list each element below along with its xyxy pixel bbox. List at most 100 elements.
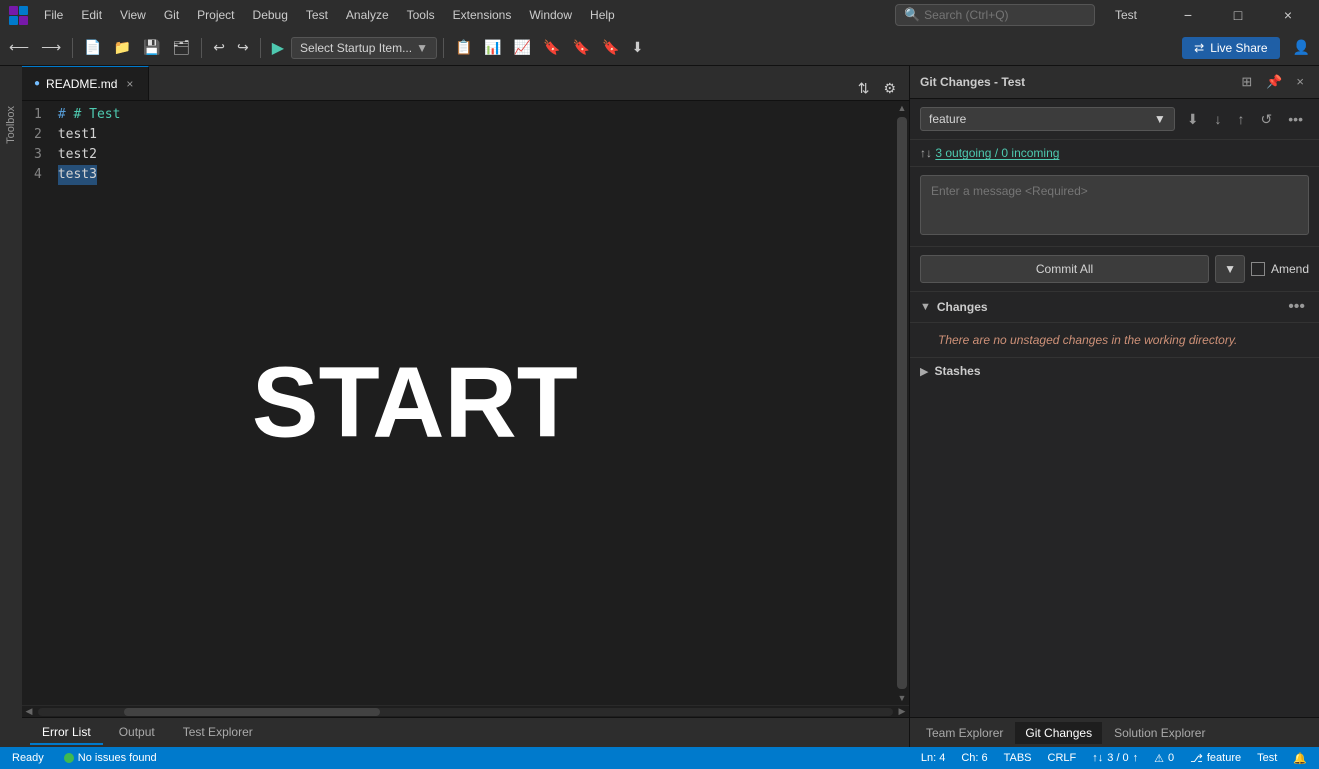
menu-help[interactable]: Help — [582, 6, 623, 24]
toolbar-extra-7[interactable]: ⬇ — [627, 36, 649, 59]
amend-checkbox[interactable] — [1251, 262, 1265, 276]
code-editor[interactable]: 1 2 3 4 # # Test test1 test2 test3 START — [22, 101, 895, 705]
pin-icon[interactable]: 📌 — [1261, 72, 1287, 92]
open-folder-button[interactable]: 📁 — [109, 36, 136, 59]
menu-analyze[interactable]: Analyze — [338, 6, 397, 24]
title-bar: File Edit View Git Project Debug Test An… — [0, 0, 1319, 30]
pull-icon[interactable]: ↓ — [1209, 108, 1228, 131]
menu-edit[interactable]: Edit — [73, 6, 110, 24]
tab-split-icon[interactable]: ⇅ — [853, 77, 875, 100]
toolbox-label[interactable]: Toolbox — [5, 106, 17, 144]
toolbar: ⟵ ⟶ 📄 📁 💾 🗂 ↩ ↪ ▶ Select Startup Item...… — [0, 30, 1319, 66]
scroll-up-button[interactable]: ▲ — [895, 101, 909, 115]
save-button[interactable]: 💾 — [138, 36, 165, 59]
menu-debug[interactable]: Debug — [245, 6, 296, 24]
close-button[interactable]: × — [1265, 0, 1311, 30]
status-ready[interactable]: Ready — [8, 752, 48, 764]
bottom-tab-testexplorer[interactable]: Test Explorer — [171, 721, 265, 745]
undo-button[interactable]: ↩ — [208, 36, 230, 59]
outgoing-incoming-link[interactable]: 3 outgoing / 0 incoming — [935, 146, 1059, 160]
menu-extensions[interactable]: Extensions — [445, 6, 520, 24]
branch-name: feature — [929, 112, 966, 126]
scroll-down-button[interactable]: ▼ — [895, 691, 909, 705]
code-line-4: test3 — [58, 165, 887, 185]
menu-view[interactable]: View — [112, 6, 154, 24]
more-actions-icon[interactable]: ••• — [1282, 108, 1309, 131]
push-icon[interactable]: ↑ — [1232, 108, 1251, 131]
startup-item-dropdown[interactable]: Select Startup Item... ▼ — [291, 37, 437, 59]
scroll-track[interactable] — [38, 708, 893, 716]
bottom-tab-errorlist[interactable]: Error List — [30, 721, 103, 745]
git-changes-panel: Git Changes - Test ⊞ 📌 × feature ▼ ⬇ ↓ ↑… — [909, 66, 1319, 747]
main-area: Toolbox ● README.md × ⇅ ⚙ 1 2 3 4 — [0, 66, 1319, 747]
scroll-thumb-h[interactable] — [124, 708, 381, 716]
pin-to-top-icon[interactable]: ⊞ — [1236, 72, 1257, 92]
status-project[interactable]: Test — [1253, 752, 1281, 764]
status-ch[interactable]: Ch: 6 — [957, 752, 991, 764]
menu-window[interactable]: Window — [521, 6, 580, 24]
start-debug-button[interactable]: ▶ — [267, 35, 289, 61]
status-git-arrows[interactable]: ↑↓ 3 / 0 ↑ — [1088, 752, 1142, 764]
status-no-issues[interactable]: No issues found — [60, 752, 161, 764]
tab-overflow-icon[interactable]: ⚙ — [878, 77, 901, 100]
panel-close-icon[interactable]: × — [1291, 72, 1309, 92]
search-input[interactable] — [924, 8, 1086, 22]
menu-tools[interactable]: Tools — [399, 6, 443, 24]
scroll-thumb[interactable] — [897, 117, 907, 689]
toolbar-extra-5[interactable]: 🔖 — [568, 36, 595, 59]
menu-project[interactable]: Project — [189, 6, 242, 24]
commit-message-input[interactable] — [920, 175, 1309, 235]
new-file-button[interactable]: 📄 — [79, 36, 106, 59]
horizontal-scrollbar[interactable]: ◀ ▶ — [22, 705, 909, 717]
toolbar-extra-3[interactable]: 📈 — [509, 36, 536, 59]
tab-close-button[interactable]: × — [123, 76, 136, 92]
stashes-header[interactable]: ▶ Stashes — [910, 358, 1319, 384]
bottom-tab-output[interactable]: Output — [107, 721, 167, 745]
status-errors[interactable]: ⚠ 0 — [1150, 752, 1178, 765]
commit-dropdown-arrow[interactable]: ▼ — [1215, 255, 1245, 283]
right-panel-tabs: Team Explorer Git Changes Solution Explo… — [910, 717, 1319, 747]
app-logo — [8, 5, 28, 25]
toolbar-extra-6[interactable]: 🔖 — [597, 36, 624, 59]
back-button[interactable]: ⟵ — [4, 36, 34, 59]
status-crlf[interactable]: CRLF — [1044, 752, 1081, 764]
commit-all-button[interactable]: Commit All — [920, 255, 1209, 283]
editor-split: 1 2 3 4 # # Test test1 test2 test3 START… — [22, 101, 909, 705]
right-tab-solutionexplorer[interactable]: Solution Explorer — [1104, 722, 1215, 744]
scroll-right-button[interactable]: ▶ — [895, 706, 909, 718]
right-tab-teamexplorer[interactable]: Team Explorer — [916, 722, 1013, 744]
status-right-items: Ln: 4 Ch: 6 TABS CRLF ↑↓ 3 / 0 ↑ ⚠ 0 ⎇ f… — [917, 752, 1311, 765]
status-notifications[interactable]: 🔔 — [1289, 752, 1311, 765]
changes-more-icon[interactable]: ••• — [1284, 298, 1309, 316]
no-issues-icon — [64, 753, 74, 763]
forward-button[interactable]: ⟶ — [36, 36, 66, 59]
menu-test[interactable]: Test — [298, 6, 336, 24]
account-button[interactable]: 👤 — [1288, 36, 1315, 59]
right-tab-gitchanges[interactable]: Git Changes — [1015, 722, 1102, 744]
code-content[interactable]: # # Test test1 test2 test3 — [50, 101, 895, 705]
status-ln[interactable]: Ln: 4 — [917, 752, 949, 764]
save-all-button[interactable]: 🗂 — [167, 36, 195, 59]
toolbar-extra-2[interactable]: 📊 — [479, 36, 506, 59]
liveshare-button[interactable]: ⇄ Live Share — [1182, 37, 1279, 59]
amend-row: Amend — [1251, 262, 1309, 276]
search-bar[interactable]: 🔍 — [895, 4, 1095, 26]
maximize-button[interactable]: □ — [1215, 0, 1261, 30]
menu-git[interactable]: Git — [156, 6, 187, 24]
toolbar-extra-4[interactable]: 🔖 — [538, 36, 565, 59]
status-branch[interactable]: ⎇ feature — [1186, 752, 1245, 765]
toolbar-extra-1[interactable]: 📋 — [450, 36, 477, 59]
changes-section-header[interactable]: ▼ Changes ••• — [910, 292, 1319, 323]
sync-icon[interactable]: ↺ — [1255, 108, 1279, 131]
fetch-icon[interactable]: ⬇ — [1181, 108, 1205, 131]
vertical-scrollbar[interactable]: ▲ ▼ — [895, 101, 909, 705]
line-numbers: 1 2 3 4 — [22, 101, 50, 705]
status-tabs[interactable]: TABS — [1000, 752, 1036, 764]
amend-label: Amend — [1271, 262, 1309, 276]
minimize-button[interactable]: − — [1165, 0, 1211, 30]
scroll-left-button[interactable]: ◀ — [22, 706, 36, 718]
menu-file[interactable]: File — [36, 6, 71, 24]
redo-button[interactable]: ↪ — [232, 36, 254, 59]
editor-tab-readme[interactable]: ● README.md × — [22, 66, 149, 100]
branch-selector[interactable]: feature ▼ — [920, 107, 1175, 131]
